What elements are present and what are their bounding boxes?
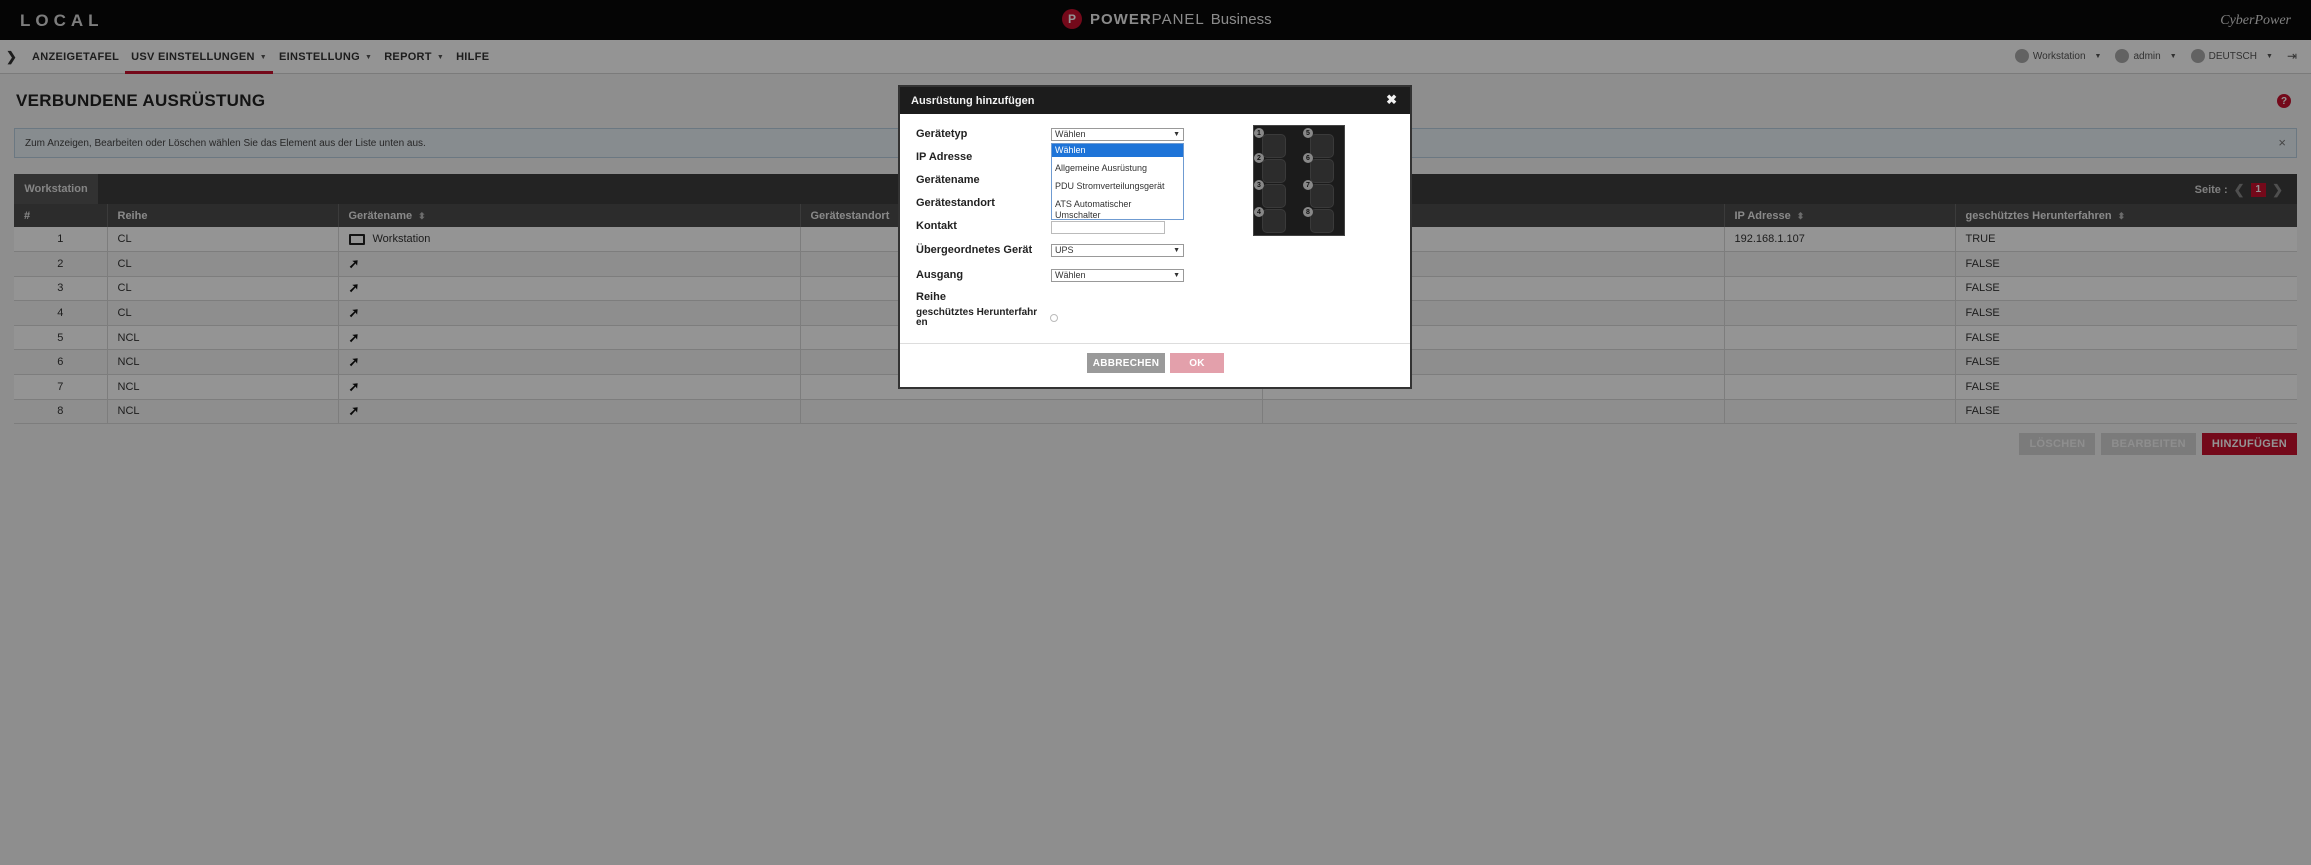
option-ats[interactable]: ATS Automatischer Umschalter — [1052, 198, 1183, 221]
dialog-header: Ausrüstung hinzufügen ✖ — [900, 87, 1410, 114]
outlet-number: 2 — [1254, 153, 1264, 163]
ok-button[interactable]: OK — [1170, 353, 1224, 373]
option-waehlen[interactable]: Wählen — [1052, 144, 1183, 157]
label-device-name: Gerätename — [916, 174, 980, 186]
outlet-number: 5 — [1303, 128, 1313, 138]
outlet-select[interactable]: Wählen ▼ — [1051, 269, 1184, 282]
label-device-type: Gerätetyp — [916, 128, 968, 140]
outlet-number: 7 — [1303, 180, 1313, 190]
device-type-dropdown: Wählen Allgemeine Ausrüstung PDU Stromve… — [1051, 143, 1184, 220]
outlet-socket — [1262, 159, 1286, 183]
close-icon[interactable]: ✖ — [1386, 92, 1397, 108]
label-outlet: Ausgang — [916, 269, 964, 281]
outlet-number: 6 — [1303, 153, 1313, 163]
outlet-socket — [1262, 209, 1286, 233]
label-contact: Kontakt — [916, 220, 957, 232]
label-row: Reihe — [916, 291, 946, 303]
label-protected-shutdown: geschütztes Herunterfahr en — [916, 307, 1038, 328]
option-general-equipment[interactable]: Allgemeine Ausrüstung — [1052, 162, 1183, 175]
option-pdu[interactable]: PDU Stromverteilungsgerät — [1052, 180, 1183, 193]
device-type-select[interactable]: Wählen ▼ — [1051, 128, 1184, 141]
parent-device-select[interactable]: UPS ▼ — [1051, 244, 1184, 257]
outlet-socket — [1310, 184, 1334, 208]
dialog-title: Ausrüstung hinzufügen — [911, 95, 1035, 107]
label-device-location: Gerätestandort — [916, 197, 995, 209]
cancel-button[interactable]: ABBRECHEN — [1087, 353, 1165, 373]
label-parent-device: Übergeordnetes Gerät — [916, 244, 1033, 256]
contact-field[interactable] — [1051, 221, 1165, 234]
outlet-diagram: 1 2 3 4 5 6 7 8 — [1253, 125, 1345, 236]
outlet-socket — [1310, 134, 1334, 158]
protected-shutdown-checkbox[interactable] — [1050, 314, 1058, 322]
dialog-footer: ABBRECHEN OK — [900, 343, 1410, 387]
outlet-number: 8 — [1303, 207, 1313, 217]
add-equipment-dialog: Ausrüstung hinzufügen ✖ Gerätetyp Wählen… — [900, 87, 1410, 387]
outlet-socket — [1310, 159, 1334, 183]
outlet-number: 3 — [1254, 180, 1264, 190]
outlet-socket — [1310, 209, 1334, 233]
outlet-number: 1 — [1254, 128, 1264, 138]
outlet-number: 4 — [1254, 207, 1264, 217]
outlet-socket — [1262, 184, 1286, 208]
chevron-down-icon: ▼ — [1173, 131, 1180, 138]
outlet-socket — [1262, 134, 1286, 158]
chevron-down-icon: ▼ — [1173, 247, 1180, 254]
label-ip: IP Adresse — [916, 151, 973, 163]
chevron-down-icon: ▼ — [1173, 272, 1180, 279]
